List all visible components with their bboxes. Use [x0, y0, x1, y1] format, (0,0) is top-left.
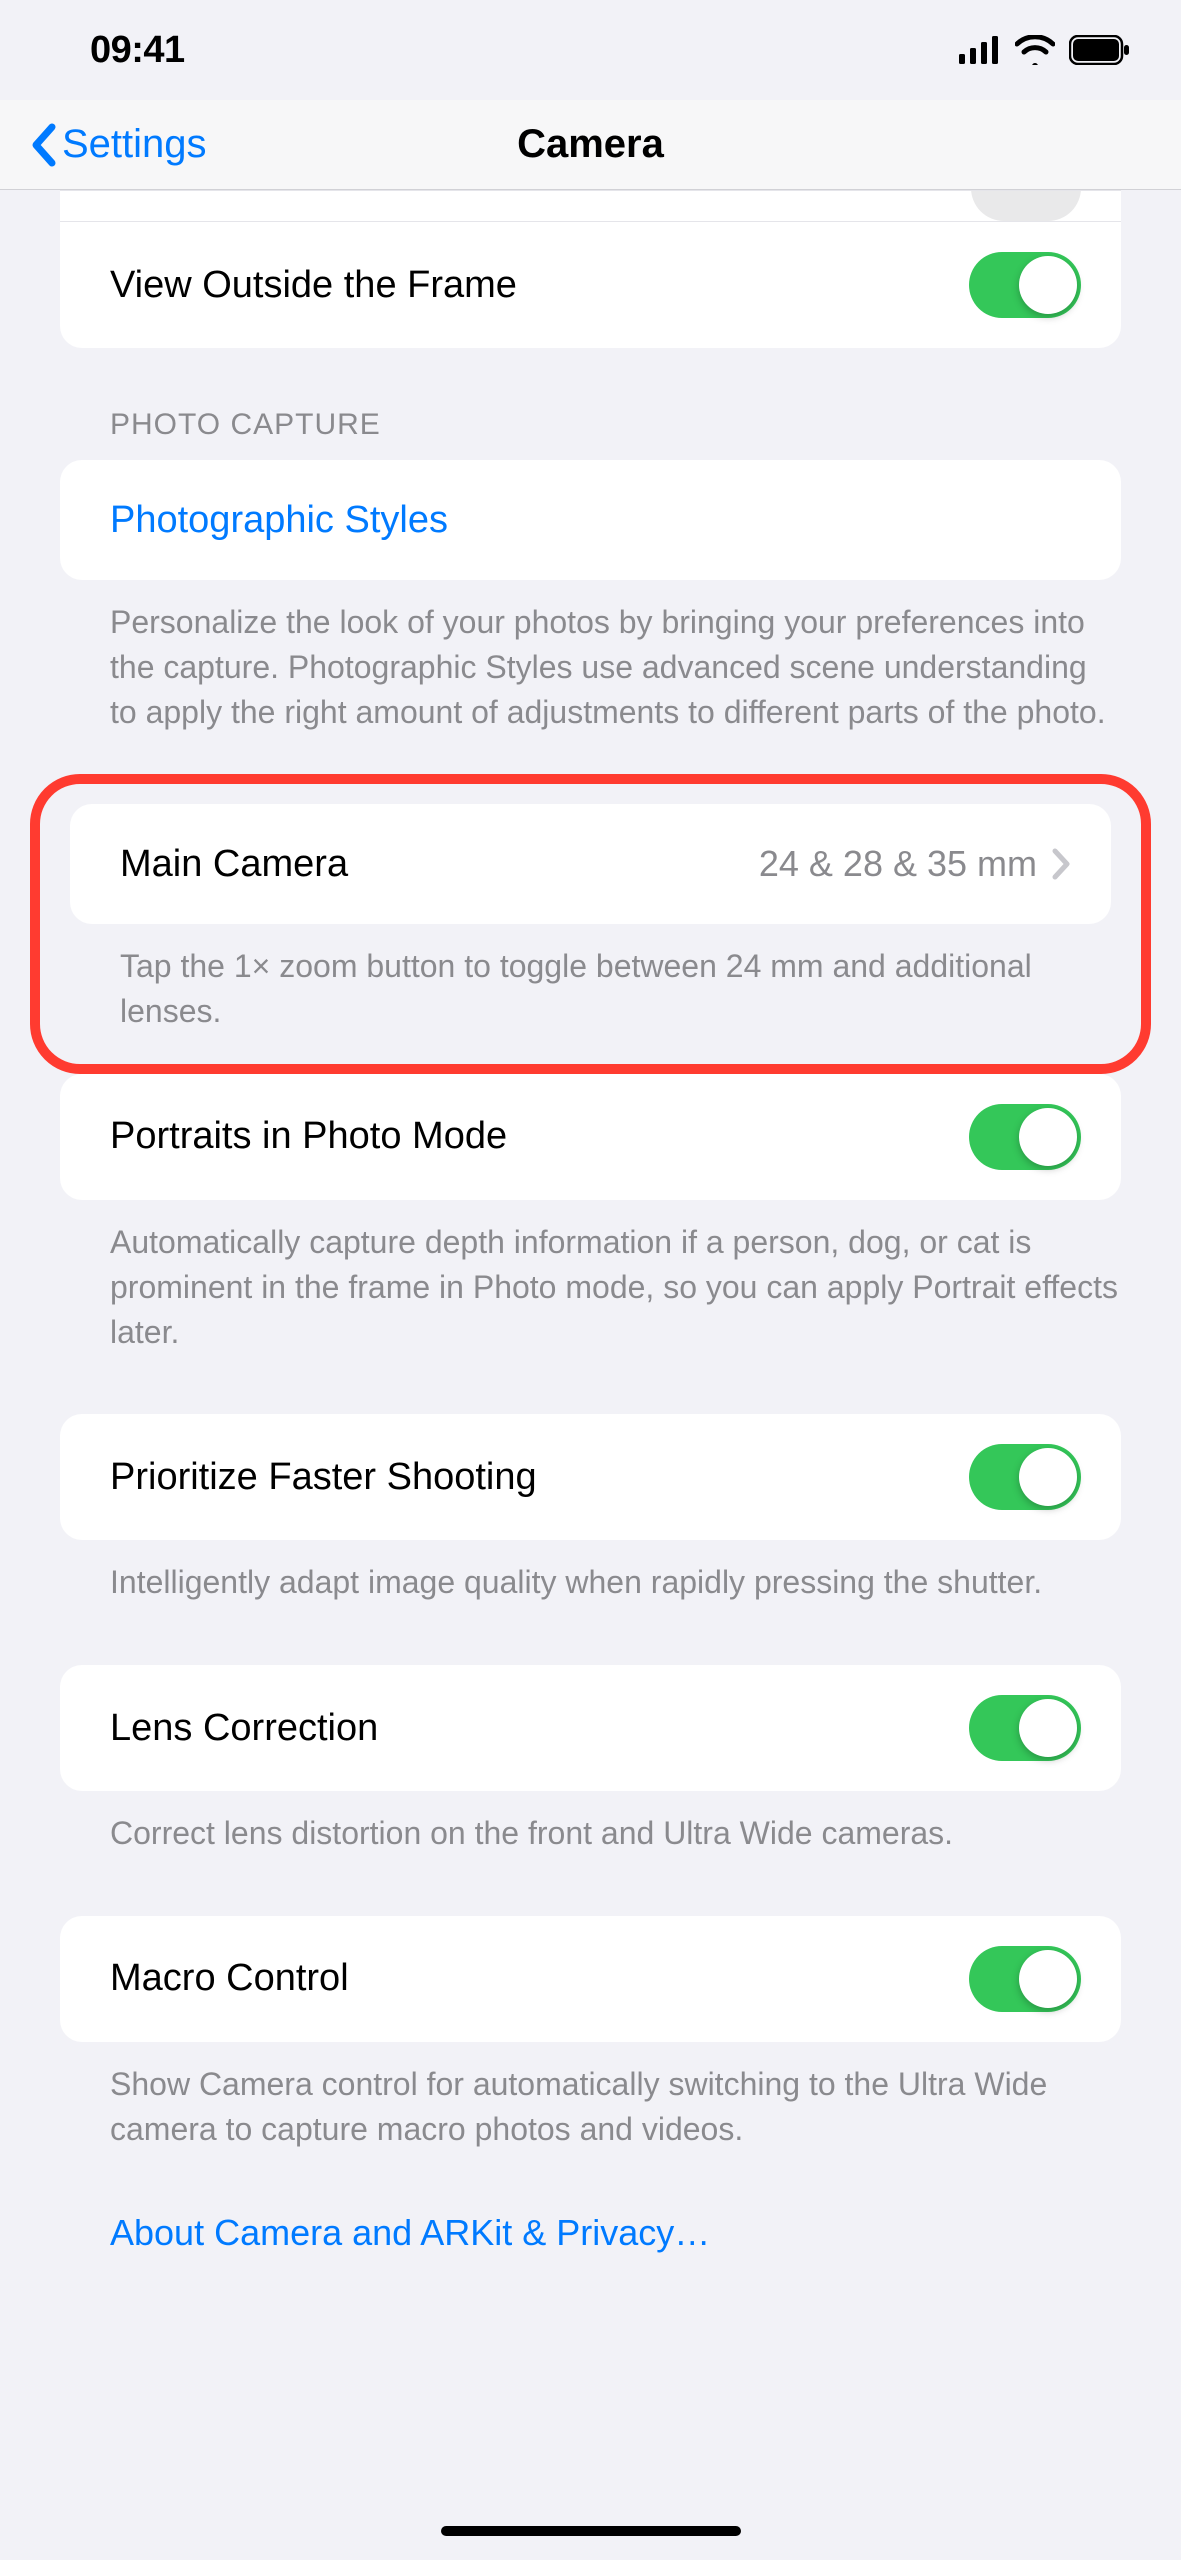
view-outside-frame-row[interactable]: View Outside the Frame [60, 221, 1121, 348]
home-indicator [441, 2526, 741, 2536]
photographic-styles-footer: Personalize the look of your photos by b… [0, 580, 1181, 734]
portraits-group: Portraits in Photo Mode Automatically ca… [0, 1074, 1181, 1354]
lens-correction-toggle[interactable] [969, 1695, 1081, 1761]
content-scroll[interactable]: View Outside the Frame PHOTO CAPTURE Pho… [0, 190, 1181, 2554]
portraits-toggle[interactable] [969, 1104, 1081, 1170]
prioritize-group: Prioritize Faster Shooting Intelligently… [0, 1414, 1181, 1605]
prioritize-toggle[interactable] [969, 1444, 1081, 1510]
view-outside-frame-label: View Outside the Frame [110, 264, 517, 307]
lens-correction-group: Lens Correction Correct lens distortion … [0, 1665, 1181, 1856]
portraits-label: Portraits in Photo Mode [110, 1115, 507, 1158]
partial-toggle [60, 191, 1121, 221]
lens-correction-row[interactable]: Lens Correction [60, 1665, 1121, 1791]
main-camera-highlight: Main Camera 24 & 28 & 35 mm Tap the 1× z… [30, 774, 1151, 1074]
privacy-link[interactable]: About Camera and ARKit & Privacy… [0, 2152, 1181, 2254]
macro-toggle[interactable] [969, 1946, 1081, 2012]
macro-label: Macro Control [110, 1957, 349, 2000]
macro-footer: Show Camera control for automatically sw… [0, 2042, 1181, 2152]
view-outside-frame-toggle[interactable] [969, 252, 1081, 318]
status-time: 09:41 [90, 29, 185, 72]
back-button[interactable]: Settings [30, 122, 207, 167]
page-title: Camera [517, 122, 664, 167]
photo-capture-header: PHOTO CAPTURE [0, 348, 1181, 460]
lens-correction-label: Lens Correction [110, 1707, 378, 1750]
macro-row[interactable]: Macro Control [60, 1916, 1121, 2042]
status-icons [959, 35, 1131, 65]
chevron-left-icon [30, 123, 56, 167]
macro-group: Macro Control Show Camera control for au… [0, 1916, 1181, 2152]
chevron-right-icon [1051, 847, 1071, 881]
photographic-styles-row[interactable]: Photographic Styles [60, 460, 1121, 580]
main-camera-row[interactable]: Main Camera 24 & 28 & 35 mm [70, 804, 1111, 924]
prioritize-footer: Intelligently adapt image quality when r… [0, 1540, 1181, 1605]
main-camera-value: 24 & 28 & 35 mm [759, 843, 1037, 885]
main-camera-label: Main Camera [120, 843, 348, 886]
status-bar: 09:41 [0, 0, 1181, 100]
top-partial-group: View Outside the Frame [60, 190, 1121, 348]
cellular-icon [959, 36, 1001, 64]
nav-bar: Settings Camera [0, 100, 1181, 190]
portraits-footer: Automatically capture depth information … [0, 1200, 1181, 1354]
prioritize-label: Prioritize Faster Shooting [110, 1456, 537, 1499]
wifi-icon [1015, 35, 1055, 65]
back-label: Settings [62, 122, 207, 167]
battery-icon [1069, 35, 1131, 65]
portraits-row[interactable]: Portraits in Photo Mode [60, 1074, 1121, 1200]
prioritize-row[interactable]: Prioritize Faster Shooting [60, 1414, 1121, 1540]
lens-correction-footer: Correct lens distortion on the front and… [0, 1791, 1181, 1856]
main-camera-footer: Tap the 1× zoom button to toggle between… [60, 924, 1121, 1034]
photographic-styles-label: Photographic Styles [110, 499, 448, 542]
photo-capture-group: PHOTO CAPTURE Photographic Styles Person… [0, 348, 1181, 734]
